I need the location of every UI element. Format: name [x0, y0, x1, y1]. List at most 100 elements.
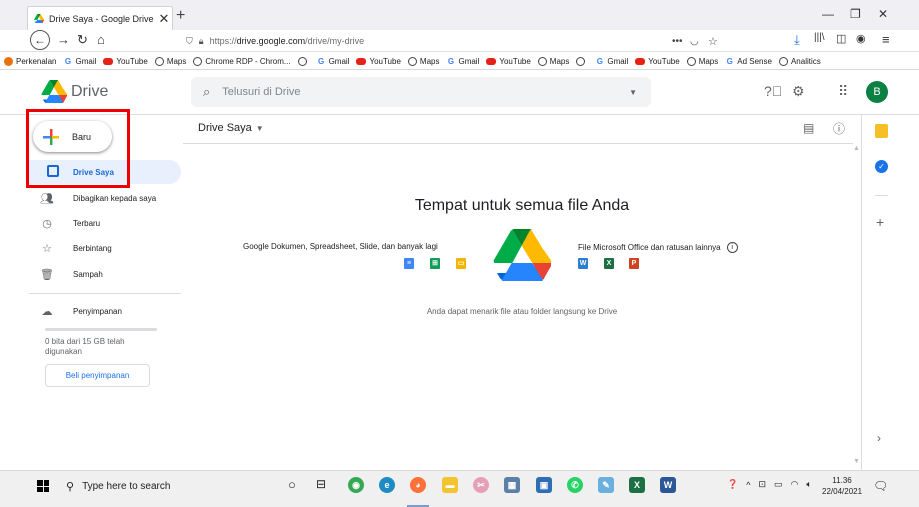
maximize-icon[interactable]: ❐	[850, 7, 861, 21]
search-options-icon[interactable]: ▼	[629, 88, 637, 97]
bookmark-item[interactable]: Maps	[154, 56, 186, 66]
rdp-app-icon[interactable]: ▣	[536, 477, 552, 493]
bookmark-item[interactable]: Perkenalan	[4, 56, 56, 66]
avatar[interactable]: B	[866, 81, 888, 103]
excel-taskbar-icon[interactable]: X	[629, 477, 645, 493]
youtube-icon	[356, 57, 367, 65]
tab-close-icon[interactable]: ✕	[156, 11, 172, 27]
back-button[interactable]: ←	[30, 30, 50, 50]
bookmark-item[interactable]: G Ad Sense	[725, 57, 772, 66]
forward-button[interactable]: →	[57, 32, 70, 47]
bookmark-item[interactable]: YouTube	[486, 57, 531, 66]
bookmark-item[interactable]: Maps	[407, 56, 439, 66]
menu-icon[interactable]: ≡	[882, 32, 890, 47]
list-view-icon[interactable]: ▤	[803, 121, 814, 135]
scroll-down-icon[interactable]: ▼	[853, 458, 860, 465]
sidebar-toggle-icon[interactable]: ◫	[836, 32, 846, 45]
whatsapp-icon[interactable]: ✆	[567, 477, 583, 493]
app-name[interactable]: Drive	[71, 83, 108, 101]
storage-progress-bar	[45, 328, 157, 331]
sidebar-item-my-drive[interactable]: Drive Saya	[29, 160, 181, 184]
bookmark-item[interactable]: Maps	[537, 56, 570, 66]
url-bar[interactable]: ⛉ 🔒︎ https://drive.google.com/drive/my-d…	[178, 31, 724, 51]
new-button[interactable]: Baru	[33, 121, 112, 152]
info-icon[interactable]: i	[726, 242, 738, 253]
add-addon-icon[interactable]: +	[876, 214, 884, 230]
chrome-icon[interactable]: ◉	[348, 477, 364, 493]
minimize-icon[interactable]: —	[822, 7, 834, 21]
account-icon[interactable]: ◉	[856, 32, 866, 45]
notepad-icon[interactable]: ✎	[598, 477, 614, 493]
browser-tab[interactable]: Drive Saya - Google Drive ✕	[27, 6, 173, 30]
task-view-icon[interactable]: ⊟	[316, 477, 326, 491]
reload-button[interactable]: ↻	[77, 32, 88, 48]
snipping-tool-icon[interactable]: ✂	[473, 477, 489, 493]
sidebar-item-recent[interactable]: ◷ Terbaru	[40, 213, 100, 233]
help-icon[interactable]: ?⃝	[764, 83, 782, 99]
bookmark-item[interactable]: Analitics	[778, 56, 821, 66]
library-icon[interactable]: |||\	[814, 32, 825, 43]
wifi-icon[interactable]: ◠	[791, 479, 799, 490]
info-icon[interactable]: ⓘ	[833, 120, 845, 137]
bookmark-label: YouTube	[648, 56, 680, 66]
display-icon[interactable]: ⊡	[758, 479, 766, 490]
page-actions-icon[interactable]: •••	[672, 36, 683, 47]
windows-start-icon[interactable]	[37, 480, 49, 492]
bookmark-item[interactable]	[297, 56, 310, 66]
page-title[interactable]: Drive Saya ▼	[198, 122, 264, 134]
chevron-up-icon[interactable]: ^	[746, 480, 750, 490]
edge-icon[interactable]: e	[379, 477, 395, 493]
downloads-icon[interactable]: ⤓	[794, 32, 800, 48]
bookmark-item[interactable]: G Gmail	[317, 57, 350, 66]
battery-icon[interactable]: ▭	[774, 479, 783, 490]
bookmark-item[interactable]: Chrome RDP - Chrom...	[193, 56, 291, 66]
bookmark-item[interactable]: G Gmail	[446, 57, 480, 66]
new-tab-button[interactable]: +	[176, 7, 185, 25]
bookmark-label: Maps	[549, 56, 570, 66]
globe-icon	[407, 56, 417, 66]
pocket-icon[interactable]: ◡	[690, 36, 699, 47]
shield-icon: ⛉	[186, 35, 193, 46]
sidebar-item-storage[interactable]: ☁︎ Penyimpanan	[40, 301, 122, 321]
bookmark-item[interactable]: YouTube	[103, 56, 148, 66]
cortana-icon[interactable]: ○	[288, 477, 296, 492]
bookmark-item[interactable]	[576, 56, 588, 66]
bookmark-item[interactable]: G Gmail	[595, 57, 629, 66]
apps-grid-icon[interactable]: ⠿	[838, 83, 848, 100]
home-button[interactable]: ⌂	[97, 32, 105, 47]
keep-icon[interactable]	[875, 124, 888, 138]
bookmark-item[interactable]: YouTube	[635, 56, 680, 66]
expand-panel-icon[interactable]: ›	[877, 431, 881, 445]
taskbar-search-input[interactable]: ⚲ Type here to search	[60, 474, 270, 498]
globe-icon	[686, 56, 696, 66]
bookmark-label: YouTube	[116, 56, 148, 66]
buy-storage-button[interactable]: Beli penyimpanan	[45, 364, 150, 387]
sidebar-item-shared[interactable]: 👥︎ Dibagikan kepada saya	[40, 188, 156, 208]
window-close-icon[interactable]: ✕	[878, 7, 888, 21]
settings-gear-icon[interactable]: ⚙	[792, 83, 805, 100]
volume-icon[interactable]: 🔈︎	[806, 479, 811, 490]
taskbar-search-placeholder: Type here to search	[82, 480, 171, 492]
star-icon: ☆	[42, 242, 52, 255]
network-app-icon[interactable]: ▦	[504, 477, 520, 493]
bookmark-item[interactable]: Maps	[686, 56, 718, 66]
search-icon[interactable]: ⌕	[203, 84, 210, 100]
firefox-icon[interactable]: ◕	[410, 477, 426, 493]
help-tray-icon[interactable]: ❓	[727, 479, 738, 490]
bookmark-item[interactable]: YouTube	[356, 57, 401, 66]
drive-large-logo-icon	[493, 229, 551, 281]
sidebar-divider	[29, 293, 181, 294]
file-explorer-icon[interactable]: ▬	[442, 477, 458, 493]
tasks-icon[interactable]: ✓	[875, 160, 888, 173]
main-scrollbar[interactable]: ▲ ▼	[853, 143, 861, 468]
search-input[interactable]: ⌕ Telusuri di Drive ▼	[191, 77, 651, 107]
word-taskbar-icon[interactable]: W	[660, 477, 676, 493]
sidebar-item-trash[interactable]: 🗑︎ Sampah	[40, 264, 103, 284]
scroll-up-icon[interactable]: ▲	[853, 145, 860, 152]
bookmark-star-icon[interactable]: ☆	[708, 35, 718, 48]
bookmark-item[interactable]: G Gmail	[63, 57, 97, 66]
notifications-icon[interactable]: 🗨︎	[873, 479, 888, 493]
drive-logo-icon[interactable]	[41, 80, 67, 103]
sidebar-item-starred[interactable]: ☆ Berbintang	[40, 238, 112, 258]
taskbar-clock[interactable]: 11.36 22/04/2021	[822, 475, 862, 497]
